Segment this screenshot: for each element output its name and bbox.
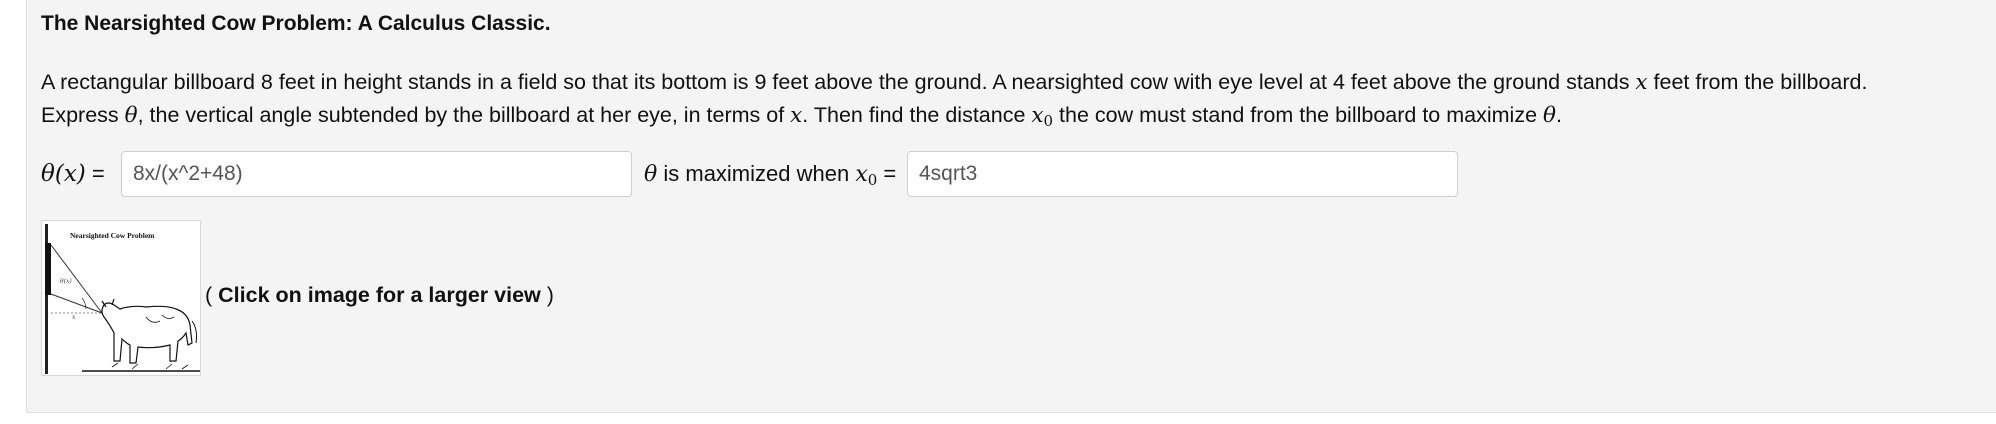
billboard-board <box>45 243 51 295</box>
statement-line-2: Express θ, the vertical angle subtended … <box>41 99 1986 137</box>
math-subscript: 0 <box>867 171 878 189</box>
math-subscript: 0 <box>1043 112 1054 130</box>
math-x: x <box>1635 70 1648 95</box>
caption-paren: ( <box>205 283 219 307</box>
theta-x-mark: θ(x) <box>60 278 72 285</box>
math-theta-of-x: θ(x) <box>41 161 86 187</box>
statement-text: the cow must stand from the billboard to… <box>1053 103 1544 127</box>
math-theta: θ <box>1543 103 1556 128</box>
max-label: θ is maximized when x0 = <box>644 151 896 199</box>
theta-answer-input[interactable]: 8x/(x^2+48) <box>121 151 632 197</box>
cow-illustration: θ(x) x <box>45 224 200 374</box>
theta-label: θ(x) = <box>41 151 105 199</box>
math-theta: θ <box>644 162 658 187</box>
x0-answer-input[interactable]: 4sqrt3 <box>907 151 1458 197</box>
image-caption: ( Click on image for a larger view ) <box>205 283 554 308</box>
math-x0: x <box>855 162 868 187</box>
statement-text: . Then find the distance <box>802 103 1032 127</box>
math-theta: θ <box>124 103 138 128</box>
statement-line-1: A rectangular billboard 8 feet in height… <box>41 66 1986 99</box>
cow-problem-image[interactable]: θ(x) x Nearsighted Cow Problem <box>41 220 201 376</box>
problem-panel <box>26 0 1996 413</box>
statement-text: . <box>1555 103 1562 127</box>
sight-line-top <box>50 244 103 314</box>
statement-text: A rectangular billboard 8 feet in height… <box>41 70 1636 94</box>
angle-arc <box>81 297 87 310</box>
statement-text: , the vertical angle subtended by the bi… <box>137 103 791 127</box>
answer-row: θ(x) = 8x/(x^2+48) θ is maximized when x… <box>41 151 1458 199</box>
max-label-text: is maximized when <box>657 161 856 186</box>
equals-sign: = <box>877 161 897 186</box>
equals-sign: = <box>85 161 105 186</box>
statement-text: Express <box>41 103 125 127</box>
math-x0: x <box>1031 103 1044 128</box>
math-x: x <box>790 103 803 128</box>
caption-paren: ) <box>540 283 554 307</box>
x-mark: x <box>72 314 76 321</box>
image-title: Nearsighted Cow Problem <box>70 231 155 240</box>
problem-title: The Nearsighted Cow Problem: A Calculus … <box>41 12 551 35</box>
statement-text: feet from the billboard. <box>1647 70 1868 94</box>
caption-text: Click on image for a larger view <box>218 283 541 307</box>
problem-statement: A rectangular billboard 8 feet in height… <box>41 66 1986 137</box>
